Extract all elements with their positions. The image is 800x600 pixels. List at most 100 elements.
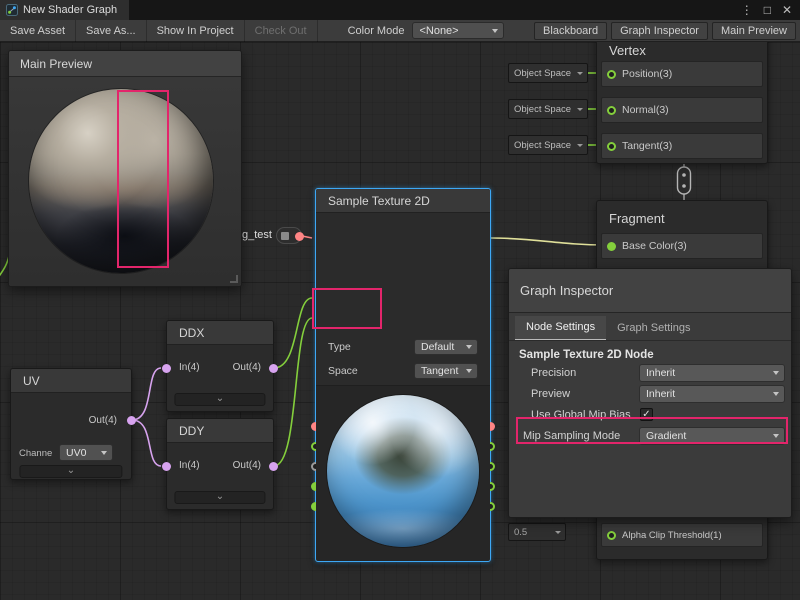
graph-inspector-panel: Graph Inspector Node Settings Graph Sett… [508, 268, 792, 518]
ddx-node-title: DDX [167, 321, 273, 345]
base-color-label: Base Color(3) [622, 240, 687, 252]
alpha-clip-value: 0.5 [514, 527, 527, 538]
ddy-in-port[interactable] [162, 462, 171, 471]
window-titlebar: New Shader Graph ⋮ □ ✕ [0, 0, 800, 20]
check-out-button: Check Out [245, 20, 318, 42]
main-preview-sphere [29, 89, 213, 273]
texture-preview-sphere [327, 395, 479, 547]
chevron-down-icon: ⌄ [216, 491, 224, 502]
ddx-in-port[interactable] [162, 364, 171, 373]
tangent-label: Tangent(3) [622, 140, 672, 152]
space-dropdown[interactable]: Tangent [414, 363, 478, 379]
main-preview-title: Main Preview [20, 57, 92, 71]
normal-port[interactable] [607, 106, 616, 115]
check-icon: ✓ [642, 409, 650, 420]
property-node[interactable] [276, 227, 302, 244]
vertex-row-normal[interactable]: Normal(3) [601, 97, 763, 123]
fragment-row-alpha-clip[interactable]: Alpha Clip Threshold(1) [601, 523, 763, 547]
type-dropdown[interactable]: Default [414, 339, 478, 355]
tab-node-settings[interactable]: Node Settings [515, 316, 606, 340]
mip-bias-label: Use Global Mip Bias [531, 409, 631, 421]
ddy-io-row: In(4) Out(4) [167, 451, 273, 483]
vertex-row-position[interactable]: Position(3) [601, 61, 763, 87]
alpha-clip-value-field[interactable]: 0.5 [508, 523, 566, 541]
main-preview-toggle-button[interactable]: Main Preview [712, 22, 796, 40]
uv-channel-value: UV0 [66, 447, 86, 459]
uv-node-title: UV [11, 369, 131, 393]
precision-value: Inherit [646, 367, 675, 379]
ddy-in-label: In(4) [179, 460, 200, 471]
normal-space-dropdown[interactable]: Object Space [508, 99, 588, 119]
uv-out-port[interactable] [127, 416, 136, 425]
ddy-node[interactable]: DDY In(4) Out(4) ⌄ [166, 418, 274, 510]
property-out-port[interactable] [295, 232, 304, 241]
ddy-node-title: DDY [167, 419, 273, 443]
close-icon[interactable]: ✕ [782, 3, 792, 17]
property-label: g_test [242, 229, 272, 241]
ddy-out-label: Out(4) [233, 460, 261, 471]
mip-mode-label: Mip Sampling Mode [523, 430, 620, 442]
ddy-collapse-button[interactable]: ⌄ [174, 491, 265, 504]
position-port[interactable] [607, 70, 616, 79]
alpha-clip-port[interactable] [607, 531, 616, 540]
ddx-collapse-button[interactable]: ⌄ [174, 393, 265, 406]
mip-bias-checkbox[interactable]: ✓ [640, 408, 653, 421]
precision-label: Precision [531, 367, 576, 379]
save-asset-button[interactable]: Save Asset [0, 20, 76, 42]
blackboard-toggle-button[interactable]: Blackboard [534, 22, 607, 40]
texture-thumb-icon [281, 232, 289, 240]
save-as-button[interactable]: Save As... [76, 20, 147, 42]
shader-graph-tab[interactable]: New Shader Graph [0, 0, 129, 20]
color-mode-dropdown[interactable]: <None> [412, 22, 504, 39]
graph-inspector-header[interactable]: Graph Inspector [509, 269, 791, 313]
show-in-project-button[interactable]: Show In Project [147, 20, 245, 42]
inspector-heading: Sample Texture 2D Node [519, 349, 654, 361]
ddx-out-label: Out(4) [233, 362, 261, 373]
window-title: New Shader Graph [23, 4, 117, 16]
mip-mode-dropdown[interactable]: Gradient [639, 427, 785, 445]
preview-value: Inherit [646, 388, 675, 400]
fragment-row-base-color[interactable]: Base Color(3) [601, 233, 763, 259]
space-value: Tangent [421, 365, 458, 377]
uv-node[interactable]: UV Out(4) Channe UV0 ⌄ [10, 368, 132, 480]
maximize-icon[interactable]: □ [764, 3, 771, 17]
base-color-port[interactable] [607, 242, 616, 251]
space-label: Space [328, 365, 358, 377]
color-mode-label: Color Mode [318, 25, 413, 37]
uv-channel-dropdown[interactable]: UV0 [59, 444, 113, 461]
vertex-node[interactable]: Vertex Position(3) Normal(3) Tangent(3) [596, 30, 768, 164]
ddx-node[interactable]: DDX In(4) Out(4) ⌄ [166, 320, 274, 412]
window-controls: ⋮ □ ✕ [741, 3, 800, 17]
kebab-menu-icon[interactable]: ⋮ [741, 3, 753, 17]
graph-inspector-title: Graph Inspector [520, 283, 613, 298]
type-label: Type [328, 341, 351, 353]
precision-dropdown[interactable]: Inherit [639, 364, 785, 382]
position-space-dropdown[interactable]: Object Space [508, 63, 588, 83]
preview-label: Preview [531, 388, 570, 400]
normal-label: Normal(3) [622, 104, 669, 116]
ddy-out-port[interactable] [269, 462, 278, 471]
ddx-io-row: In(4) Out(4) [167, 353, 273, 385]
inspector-tabs: Node Settings Graph Settings [509, 313, 791, 341]
main-preview-panel: Main Preview [8, 50, 242, 287]
uv-channel-label: Channe [19, 448, 52, 459]
uv-out-row: Out(4) [11, 403, 131, 439]
resize-grip-icon[interactable] [230, 275, 238, 283]
ddx-out-port[interactable] [269, 364, 278, 373]
sample-texture-node-title: Sample Texture 2D [316, 189, 490, 213]
uv-out-label: Out(4) [89, 415, 117, 426]
tab-graph-settings[interactable]: Graph Settings [606, 317, 701, 340]
graph-inspector-toggle-button[interactable]: Graph Inspector [611, 22, 708, 40]
tangent-port[interactable] [607, 142, 616, 151]
normal-space-value: Object Space [514, 104, 571, 115]
uv-collapse-button[interactable]: ⌄ [19, 465, 122, 478]
main-preview-header[interactable]: Main Preview [9, 51, 241, 77]
tangent-space-dropdown[interactable]: Object Space [508, 135, 588, 155]
sample-texture-2d-node[interactable]: Sample Texture 2D Texture(T2) RGBA(4) UV… [315, 188, 491, 562]
mip-mode-value: Gradient [646, 430, 686, 442]
vertex-node-title: Vertex [609, 43, 646, 58]
vertex-row-tangent[interactable]: Tangent(3) [601, 133, 763, 159]
type-value: Default [421, 341, 454, 353]
position-space-value: Object Space [514, 68, 571, 79]
preview-dropdown[interactable]: Inherit [639, 385, 785, 403]
